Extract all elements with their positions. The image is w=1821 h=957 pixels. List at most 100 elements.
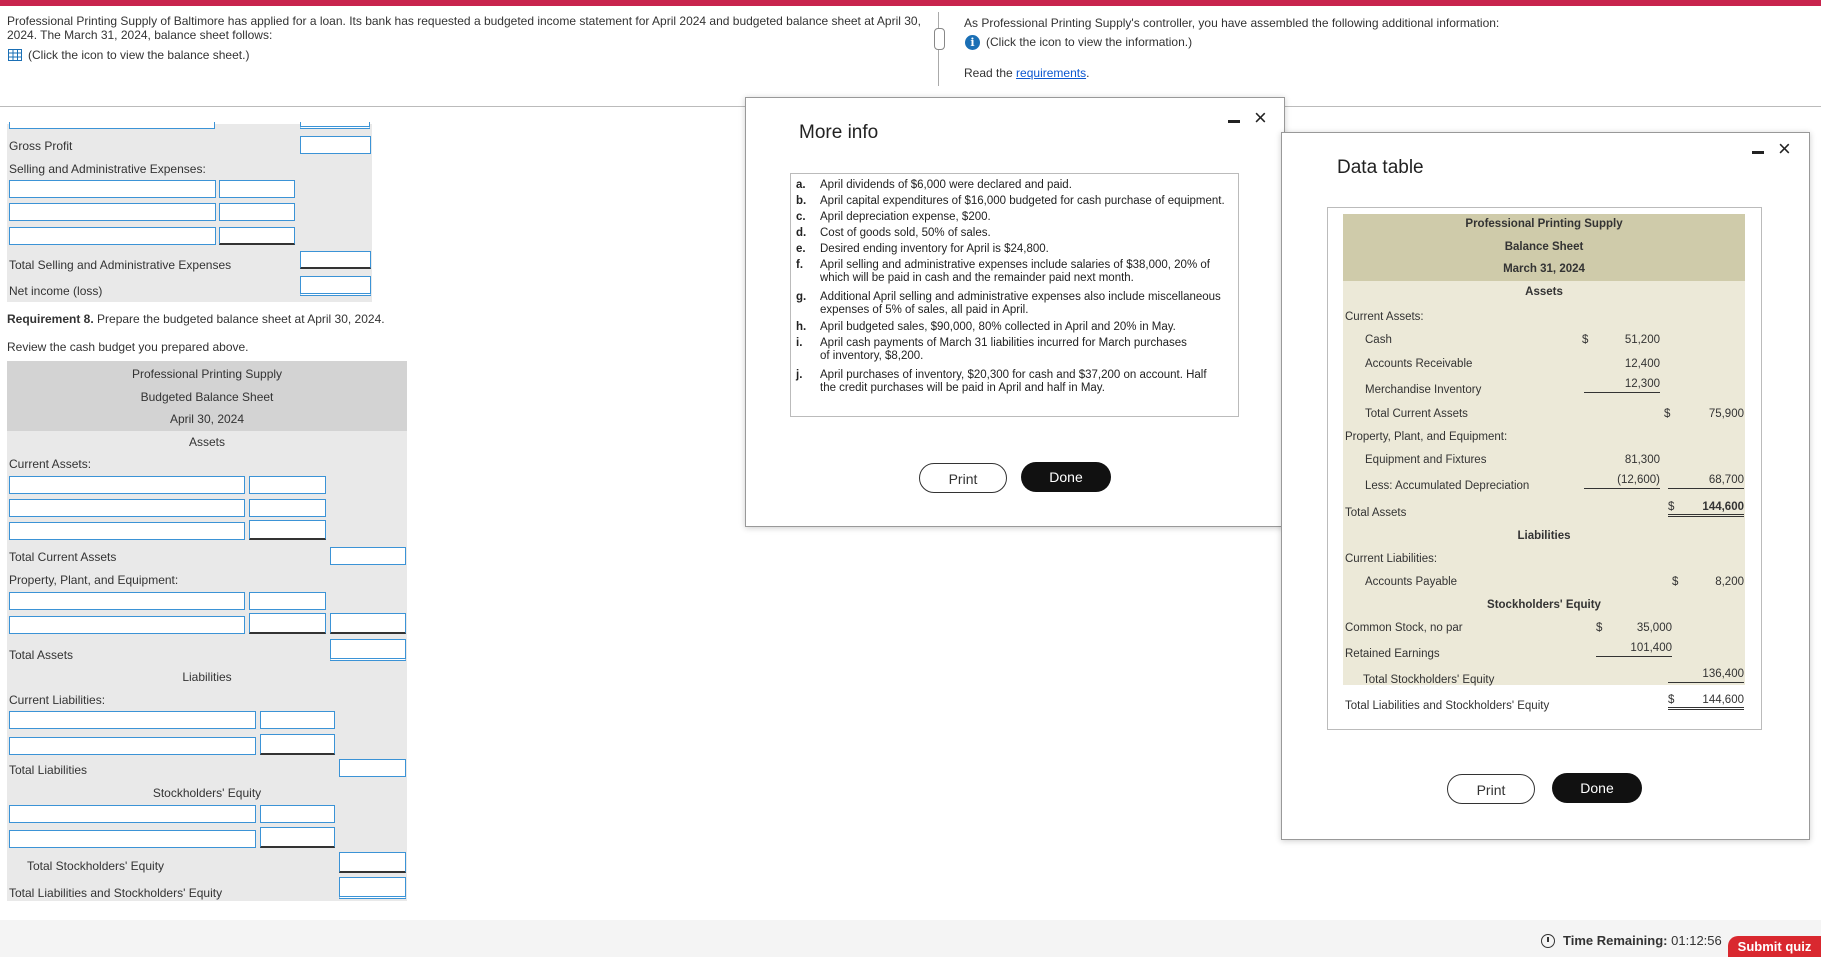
budget-equity-heading: Stockholders' Equity (152, 786, 262, 800)
bs-tca-value: 75,900 (1708, 408, 1744, 420)
cl-amount-2[interactable] (260, 734, 335, 755)
ca-name-1[interactable] (9, 476, 245, 494)
bs-net-ppe-value: 68,700 (1668, 474, 1744, 489)
budget-total-current-assets: Total Current Assets (9, 550, 117, 564)
budget-assets-heading: Assets (188, 435, 225, 449)
data-table-title: Data table (1337, 157, 1424, 178)
resize-handle[interactable] (934, 28, 945, 50)
gross-profit-input[interactable] (300, 136, 371, 154)
budget-liabilities-heading: Liabilities (182, 670, 232, 684)
ca-amount-2[interactable] (249, 499, 326, 517)
ca-amount-1[interactable] (249, 476, 326, 494)
bs-total-liab-equity-value: $144,600 (1668, 694, 1744, 710)
info-item-h: April budgeted sales, $90,000, 80% colle… (820, 321, 1176, 333)
info-letter-c: c. (796, 211, 806, 223)
ppe-amount-2[interactable] (249, 613, 326, 634)
bs-date: March 31, 2024 (1503, 263, 1585, 275)
info-link[interactable]: (Click the icon to view the information.… (986, 35, 1192, 49)
bs-current-assets: Current Assets: (1345, 311, 1424, 323)
bs-cs-sign: $ (1596, 622, 1603, 634)
bs-total-assets-value: $144,600 (1668, 501, 1744, 517)
se-name-1[interactable] (9, 805, 256, 823)
budget-date: April 30, 2024 (169, 412, 245, 426)
info-item-i-1: April cash payments of March 31 liabilit… (820, 337, 1187, 349)
ca-name-2[interactable] (9, 499, 245, 517)
total-liab-equity-input[interactable] (339, 877, 406, 899)
bs-ppe: Property, Plant, and Equipment: (1345, 431, 1508, 443)
cl-amount-1[interactable] (260, 711, 335, 729)
close-icon[interactable]: × (1778, 138, 1791, 160)
info-icon[interactable]: i (965, 35, 980, 50)
minimize-icon[interactable] (1228, 120, 1240, 123)
info-item-c: April depreciation expense, $200. (820, 211, 991, 223)
submit-quiz-button[interactable]: Submit quiz (1728, 936, 1821, 957)
bs-total-liab-equity: Total Liabilities and Stockholders' Equi… (1345, 700, 1550, 712)
ppe-name-1[interactable] (9, 592, 245, 610)
bs-total-assets: Total Assets (1345, 507, 1407, 519)
income-input-top-a[interactable] (9, 122, 215, 129)
data-table-done-button[interactable]: Done (1552, 773, 1642, 803)
total-equity-input[interactable] (339, 852, 406, 873)
ppe-net-input[interactable] (330, 613, 406, 634)
budget-ppe: Property, Plant, and Equipment: (9, 573, 179, 587)
sga-name-3[interactable] (9, 227, 216, 245)
info-list-box: a. April dividends of $6,000 were declar… (790, 173, 1239, 417)
se-amount-2[interactable] (260, 827, 335, 848)
se-name-2[interactable] (9, 830, 256, 848)
requirements-link[interactable]: requirements (1016, 66, 1086, 80)
close-icon[interactable]: × (1254, 107, 1267, 129)
bs-ap-value: 8,200 (1715, 576, 1744, 588)
data-table-modal: Data table × Professional Printing Suppl… (1281, 132, 1810, 840)
info-item-a: April dividends of $6,000 were declared … (820, 179, 1072, 191)
ca-name-3[interactable] (9, 522, 245, 540)
ppe-amount-1[interactable] (249, 592, 326, 610)
bs-ar-value: 12,400 (1624, 358, 1660, 370)
info-item-g-2: expenses of 5% of sales, all paid in Apr… (820, 304, 1029, 316)
minimize-icon[interactable] (1752, 151, 1764, 154)
total-liabilities-input[interactable] (339, 759, 406, 777)
table-icon[interactable] (8, 49, 22, 61)
budget-title: Budgeted Balance Sheet (140, 390, 274, 404)
bs-accum-dep-value: (12,600) (1584, 474, 1660, 489)
info-item-g-1: Additional April selling and administrat… (820, 291, 1221, 303)
more-info-modal: More info × a. April dividends of $6,000… (745, 97, 1285, 527)
more-info-title: More info (799, 122, 879, 143)
sga-amount-2[interactable] (219, 203, 295, 221)
budget-current-liabilities: Current Liabilities: (9, 693, 106, 707)
ca-amount-3[interactable] (249, 520, 326, 540)
bs-ap-sign: $ (1672, 576, 1679, 588)
bs-total-equity-value: 136,400 (1668, 668, 1744, 683)
sga-name-1[interactable] (9, 180, 216, 198)
tca-input[interactable] (330, 547, 406, 565)
info-letter-i: i. (796, 337, 803, 349)
right-intro-line: As Professional Printing Supply's contro… (964, 16, 1500, 30)
income-input-top-b[interactable] (300, 122, 370, 129)
data-table-print-button[interactable]: Print (1447, 774, 1535, 804)
ppe-name-2[interactable] (9, 616, 245, 634)
bs-accum-dep: Less: Accumulated Depreciation (1365, 480, 1530, 492)
sga-name-2[interactable] (9, 203, 216, 221)
balance-sheet-link[interactable]: (Click the icon to view the balance shee… (28, 48, 249, 62)
info-letter-d: d. (796, 227, 807, 239)
net-income-input[interactable] (300, 276, 371, 296)
bs-equipment: Equipment and Fixtures (1365, 454, 1487, 466)
bs-company: Professional Printing Supply (1465, 218, 1623, 230)
budget-company: Professional Printing Supply (131, 367, 283, 381)
bs-ar: Accounts Receivable (1365, 358, 1473, 370)
info-letter-a: a. (796, 179, 806, 191)
se-amount-1[interactable] (260, 805, 335, 823)
info-item-e: Desired ending inventory for April is $2… (820, 243, 1049, 255)
budget-total-assets: Total Assets (9, 648, 74, 662)
more-info-done-button[interactable]: Done (1021, 462, 1111, 492)
sga-amount-3[interactable] (219, 227, 295, 245)
info-letter-h: h. (796, 321, 807, 333)
bs-tca-sign: $ (1664, 408, 1671, 420)
bs-current-liabilities: Current Liabilities: (1345, 553, 1438, 565)
cl-name-1[interactable] (9, 711, 256, 729)
bs-cash: Cash (1365, 334, 1392, 346)
total-assets-input[interactable] (330, 639, 406, 661)
total-sga-input[interactable] (300, 251, 371, 269)
more-info-print-button[interactable]: Print (919, 463, 1007, 493)
sga-amount-1[interactable] (219, 180, 295, 198)
cl-name-2[interactable] (9, 737, 256, 755)
